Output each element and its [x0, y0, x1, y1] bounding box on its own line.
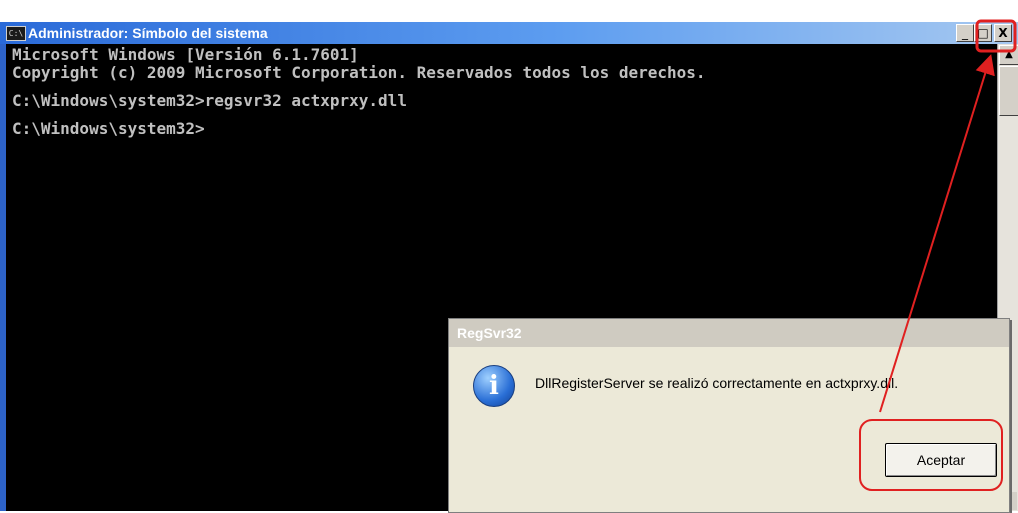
terminal-line: Copyright (c) 2009 Microsoft Corporation…: [12, 63, 706, 82]
dialog-titlebar[interactable]: RegSvr32: [449, 319, 1009, 347]
terminal-line: C:\Windows\system32>regsvr32 actxprxy.dl…: [12, 91, 407, 110]
scroll-up-arrow-icon[interactable]: ▲: [999, 45, 1018, 65]
cmd-icon: C:\: [6, 26, 26, 41]
dialog-message: DllRegisterServer se realizó correctamen…: [535, 375, 899, 391]
minimize-button[interactable]: _: [956, 24, 974, 42]
scroll-thumb[interactable]: [999, 66, 1018, 116]
maximize-button[interactable]: □: [974, 24, 992, 42]
regsvr32-dialog: RegSvr32 i DllRegisterServer se realizó …: [448, 318, 1010, 513]
ok-button[interactable]: Aceptar: [885, 443, 997, 477]
close-button[interactable]: X: [994, 24, 1012, 42]
info-icon: i: [473, 365, 515, 407]
dialog-title: RegSvr32: [457, 325, 522, 341]
screen-top-strip: [0, 0, 1018, 22]
terminal-prompt: C:\Windows\system32>: [12, 119, 205, 138]
window-left-border: [0, 44, 6, 511]
terminal-line: Microsoft Windows [Versión 6.1.7601]: [12, 45, 359, 64]
window-title: Administrador: Símbolo del sistema: [28, 25, 268, 41]
